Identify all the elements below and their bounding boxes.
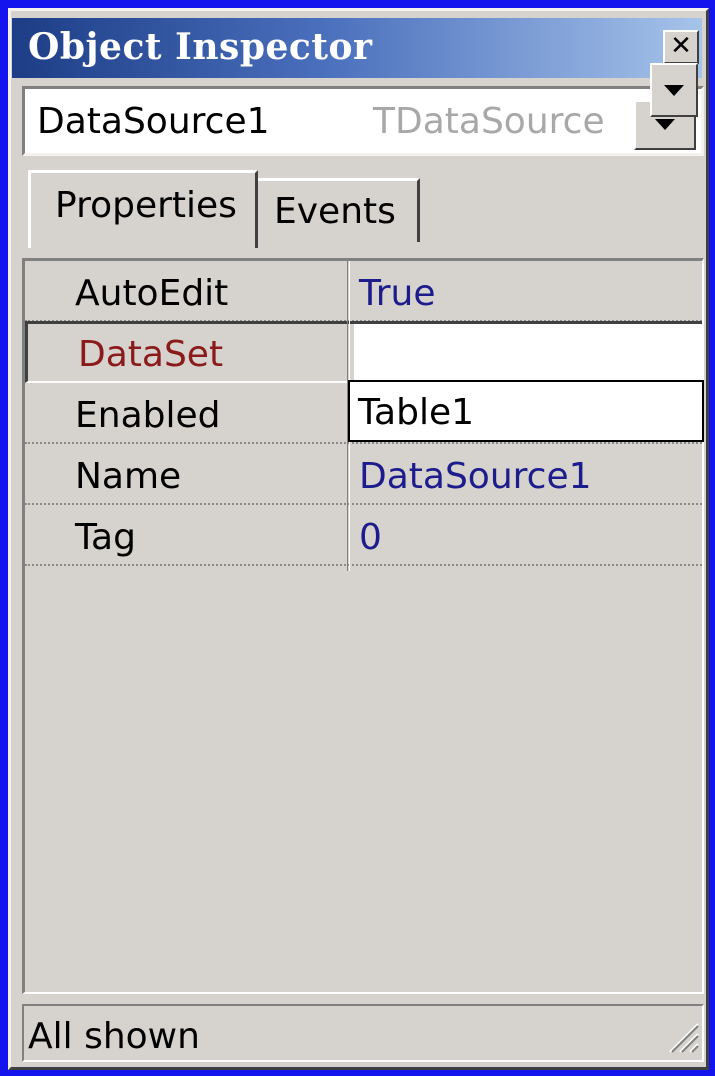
property-name: Tag xyxy=(75,517,136,558)
chevron-down-icon xyxy=(655,119,675,130)
resize-grip-icon[interactable] xyxy=(664,1018,700,1054)
tab-events-label: Events xyxy=(274,191,396,232)
object-selector[interactable]: DataSource1 TDataSource xyxy=(22,86,704,156)
property-row-tag[interactable]: Tag 0 xyxy=(25,505,702,566)
tab-properties-label: Properties xyxy=(55,185,237,226)
close-button[interactable]: ✕ xyxy=(663,30,699,64)
property-value[interactable]: True xyxy=(359,273,435,314)
close-icon: ✕ xyxy=(670,31,692,61)
property-name: AutoEdit xyxy=(75,273,229,314)
tab-properties[interactable]: Properties xyxy=(28,170,258,248)
property-value[interactable]: DataSource1 xyxy=(359,456,592,497)
status-bar: All shown xyxy=(22,1004,704,1062)
object-type: TDataSource xyxy=(373,101,605,142)
title-bar[interactable]: Object Inspector xyxy=(12,18,702,78)
property-name: DataSet xyxy=(78,334,224,375)
status-text: All shown xyxy=(28,1016,200,1057)
property-grid: AutoEdit True DataSet Enabled Name DataS… xyxy=(22,258,704,994)
property-row-dataset[interactable]: DataSet xyxy=(25,321,702,383)
dataset-dropdown-button[interactable] xyxy=(650,63,698,117)
tab-events[interactable]: Events xyxy=(258,178,420,242)
object-name: DataSource1 xyxy=(37,101,270,142)
property-name: Enabled xyxy=(75,395,221,436)
dataset-dropdown-list: Table1 xyxy=(348,380,704,442)
chevron-down-icon xyxy=(664,85,684,96)
dropdown-option-table1[interactable]: Table1 xyxy=(358,392,474,433)
property-row-name[interactable]: Name DataSource1 xyxy=(25,444,702,505)
property-value[interactable]: 0 xyxy=(359,517,382,558)
dataset-value-input[interactable] xyxy=(354,324,702,381)
window-title: Object Inspector xyxy=(28,26,373,68)
property-row-autoedit[interactable]: AutoEdit True xyxy=(25,261,702,322)
property-name: Name xyxy=(75,456,182,497)
